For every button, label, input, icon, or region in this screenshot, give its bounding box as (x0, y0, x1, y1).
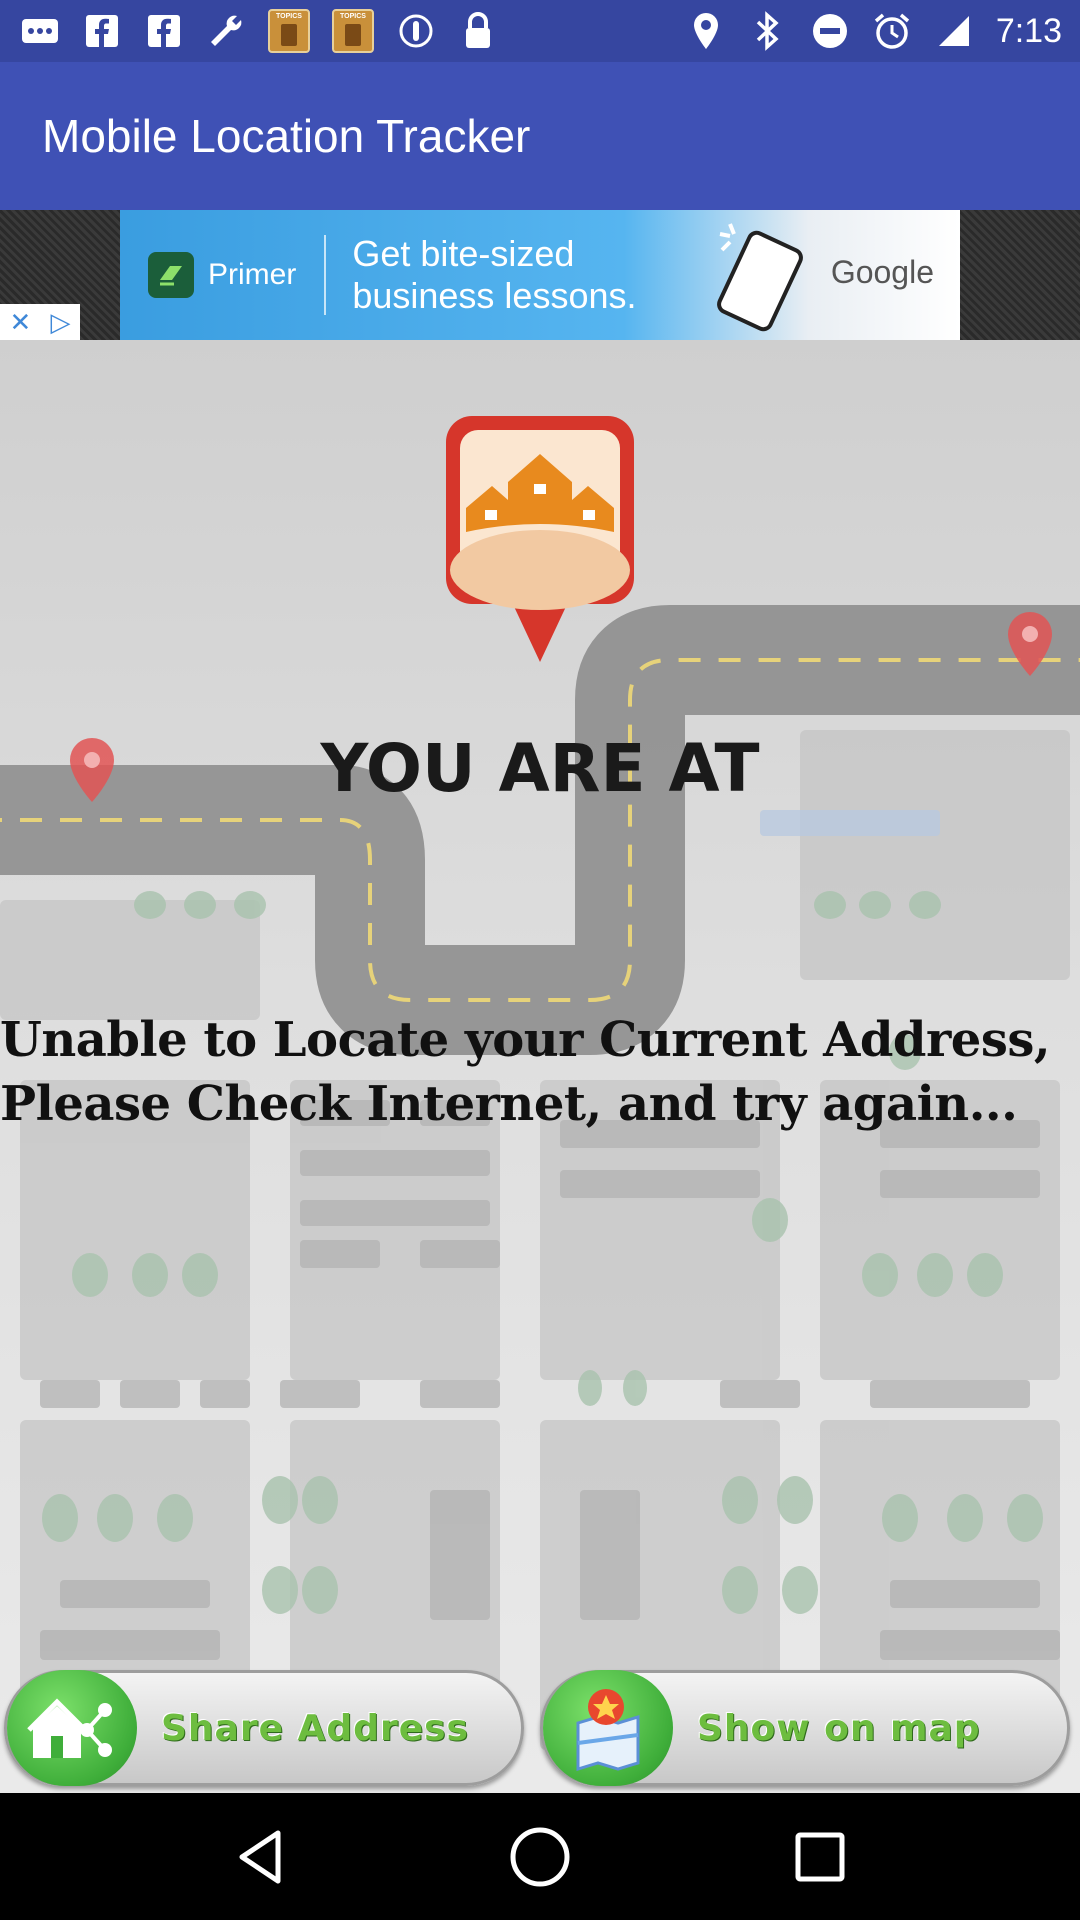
ad-info-icon[interactable]: ▷ (50, 309, 70, 335)
topics-app-icon: TOPICS (268, 9, 310, 53)
status-bar: TOPICS TOPICS 7:13 (0, 0, 1080, 62)
do-not-disturb-icon (810, 11, 850, 51)
back-icon[interactable] (220, 1817, 300, 1897)
facebook-icon (82, 11, 122, 51)
map-pin-icon (543, 1670, 673, 1786)
signal-icon (934, 11, 974, 51)
address-text: Unable to Locate your Current Address, P… (0, 1012, 1051, 1132)
ad-banner[interactable]: Primer Get bite-sized business lessons. … (120, 210, 960, 340)
ad-brand: Primer (208, 258, 297, 291)
show-on-map-button[interactable]: Show on map (540, 1670, 1070, 1786)
share-address-label: Share Address (161, 1707, 469, 1749)
ad-divider (324, 235, 327, 315)
ad-strip: Primer Get bite-sized business lessons. … (0, 210, 1080, 340)
status-right-icons: 7:13 (686, 11, 1062, 51)
share-home-icon (7, 1670, 137, 1786)
alert-icon (396, 11, 436, 51)
app-title: Mobile Location Tracker (42, 110, 531, 162)
show-on-map-label: Show on map (697, 1707, 981, 1749)
main-content: YOU ARE AT Unable to Locate your Current… (0, 340, 1080, 1793)
topics-app-icon: TOPICS (332, 9, 374, 53)
share-address-button[interactable]: Share Address (4, 1670, 524, 1786)
ad-text: Get bite-sized business lessons. (352, 233, 637, 316)
bluetooth-icon (748, 11, 788, 51)
home-location-pin-icon (446, 416, 634, 662)
home-icon[interactable] (500, 1817, 580, 1897)
alarm-icon (872, 11, 912, 51)
lock-icon (458, 11, 498, 51)
navigation-bar (0, 1793, 1080, 1920)
status-time: 7:13 (995, 11, 1062, 50)
app-bar: Mobile Location Tracker (0, 62, 1080, 210)
wrench-icon (206, 11, 246, 51)
recents-icon[interactable] (780, 1817, 860, 1897)
primer-logo-icon (148, 252, 194, 298)
ad-controls: ✕ ▷ (0, 304, 80, 340)
location-icon (686, 11, 726, 51)
topics-label: TOPICS (276, 13, 302, 20)
ad-sponsor: Google (830, 254, 934, 290)
ad-close-icon[interactable]: ✕ (10, 309, 32, 335)
status-left-icons: TOPICS TOPICS (20, 9, 498, 53)
facebook-icon (144, 11, 184, 51)
you-are-at-heading: YOU ARE AT (320, 730, 760, 807)
more-icon (20, 11, 60, 51)
topics-label: TOPICS (340, 13, 366, 20)
